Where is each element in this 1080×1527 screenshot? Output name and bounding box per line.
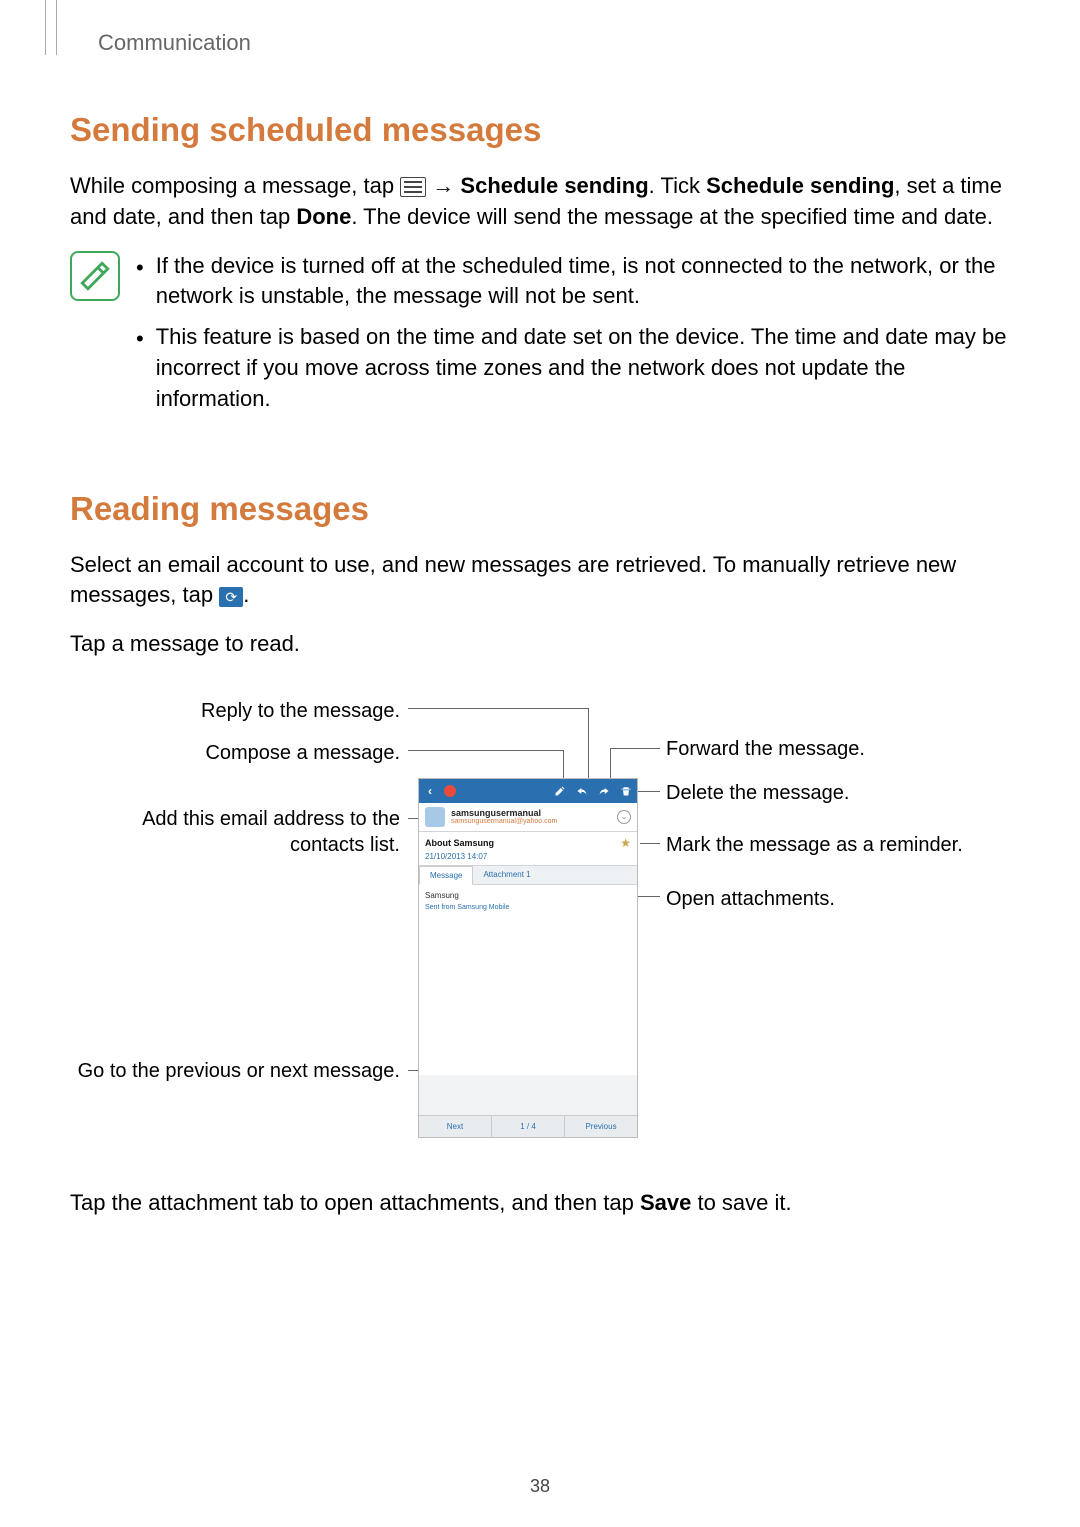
email-reading-figure: Reply to the message. Compose a message.… [70, 678, 1010, 1158]
back-icon[interactable]: ‹ [423, 784, 437, 798]
avatar[interactable] [425, 807, 445, 827]
tab-message[interactable]: Message [419, 866, 473, 885]
heading-reading-messages: Reading messages [70, 490, 1010, 528]
email-signature: Sent from Samsung Mobile [425, 904, 631, 911]
para-attachment-save: Tap the attachment tab to open attachmen… [70, 1188, 1010, 1219]
compose-icon[interactable] [553, 784, 567, 798]
sender-email: samsungusermanual@yahoo.com [451, 818, 611, 825]
nav-count: 1 / 4 [491, 1116, 564, 1137]
tab-attachment[interactable]: Attachment 1 [473, 866, 540, 884]
star-icon[interactable]: ★ [620, 836, 631, 850]
note-bullet-2: • This feature is based on the time and … [136, 322, 1010, 414]
callout-reply: Reply to the message. [70, 698, 400, 724]
para-reading-1: Select an email account to use, and new … [70, 550, 1010, 612]
callout-add-contact: Add this email address to the contacts l… [70, 806, 400, 858]
email-body-line: Samsung [425, 891, 631, 900]
record-icon[interactable] [443, 784, 457, 798]
refresh-icon: ⟳ [219, 587, 243, 607]
callout-delete: Delete the message. [666, 780, 849, 806]
para-schedule: While composing a message, tap → Schedul… [70, 171, 1010, 233]
page-number: 38 [0, 1476, 1080, 1497]
header-tab-mark [45, 0, 57, 55]
note-bullet-1: • If the device is turned off at the sch… [136, 251, 1010, 313]
breadcrumb: Communication [98, 30, 1010, 56]
callout-compose: Compose a message. [70, 740, 400, 766]
callout-mark-reminder: Mark the message as a reminder. [666, 832, 963, 858]
email-subject: About Samsung [425, 838, 494, 848]
expand-icon[interactable]: ⌄ [617, 810, 631, 824]
nav-next-button[interactable]: Next [419, 1116, 491, 1137]
nav-previous-button[interactable]: Previous [564, 1116, 637, 1137]
heading-sending-scheduled: Sending scheduled messages [70, 111, 1010, 149]
para-reading-2: Tap a message to read. [70, 629, 1010, 660]
callout-open-attach: Open attachments. [666, 886, 835, 912]
callout-prev-next: Go to the previous or next message. [70, 1058, 400, 1084]
menu-icon [400, 177, 426, 197]
delete-icon[interactable] [619, 784, 633, 798]
callout-forward: Forward the message. [666, 736, 865, 762]
forward-icon[interactable] [597, 784, 611, 798]
reply-icon[interactable] [575, 784, 589, 798]
email-date: 21/10/2013 14:07 [419, 852, 637, 866]
phone-screenshot: ‹ samsunguser [418, 778, 638, 1138]
note-icon [70, 251, 120, 301]
sender-name: samsungusermanual [451, 808, 611, 818]
